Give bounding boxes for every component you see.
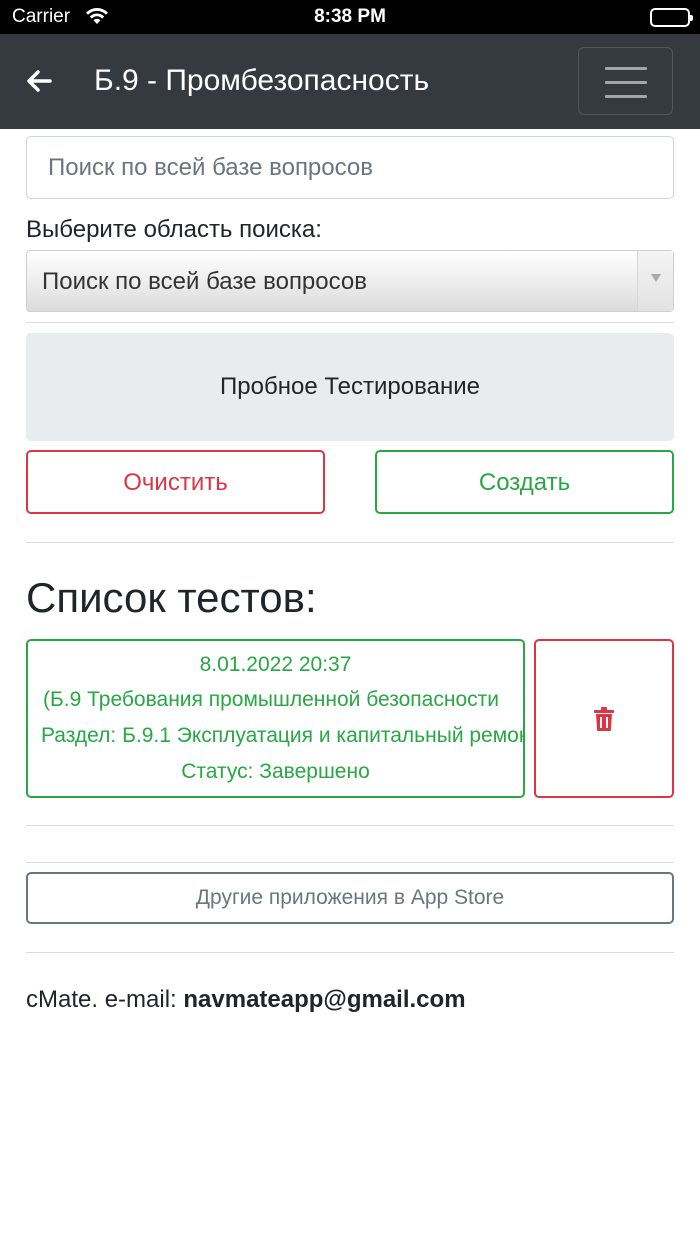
trash-icon <box>594 707 614 734</box>
contact-email-link[interactable]: navmateapp@gmail.com <box>183 986 465 1013</box>
test-subject: (Б.9 Требования промышленной безопасност… <box>43 688 499 711</box>
other-apps-button[interactable]: Другие приложения в App Store <box>26 872 674 924</box>
page-title: Б.9 - Промбезопасность <box>94 64 430 97</box>
divider <box>26 862 674 863</box>
delete-test-button[interactable] <box>534 639 674 798</box>
divider <box>26 825 674 826</box>
search-input[interactable] <box>26 136 674 199</box>
hamburger-icon <box>605 67 647 70</box>
status-bar: Carrier 8:38 PM <box>0 0 700 34</box>
test-section: Раздел: Б.9.1 Эксплуатация и капитальный… <box>41 724 525 747</box>
back-arrow-icon[interactable] <box>24 66 54 96</box>
test-item[interactable]: 8.01.2022 20:37 (Б.9 Требования промышле… <box>26 639 525 798</box>
trial-test-button[interactable]: Пробное Тестирование <box>26 333 674 441</box>
footer-prefix: cMate. e-mail: <box>26 986 184 1013</box>
clear-button[interactable]: Очистить <box>26 450 325 514</box>
divider <box>26 322 674 323</box>
hamburger-icon-bar <box>605 95 647 98</box>
search-area-select[interactable]: Поиск по всей базе вопросов <box>26 250 674 312</box>
battery-icon <box>650 8 693 27</box>
divider <box>26 542 674 543</box>
clock: 8:38 PM <box>314 6 386 27</box>
test-status: Статус: Завершено <box>181 760 370 783</box>
search-area-label: Выберите область поиска: <box>26 216 322 243</box>
search-area-value: Поиск по всей базе вопросов <box>42 268 367 295</box>
select-arrow <box>637 251 673 311</box>
menu-toggle-button[interactable] <box>578 47 673 115</box>
hamburger-icon-bar <box>605 81 647 84</box>
test-datetime: 8.01.2022 20:37 <box>199 653 352 676</box>
tests-heading: Список тестов: <box>26 574 317 621</box>
create-button[interactable]: Создать <box>375 450 674 514</box>
footer-contact: cMate. e-mail: navmateapp@gmail.com <box>26 986 466 1014</box>
chevron-down-icon <box>651 274 661 282</box>
navbar: Б.9 - Промбезопасность <box>0 34 700 129</box>
divider <box>26 952 674 953</box>
